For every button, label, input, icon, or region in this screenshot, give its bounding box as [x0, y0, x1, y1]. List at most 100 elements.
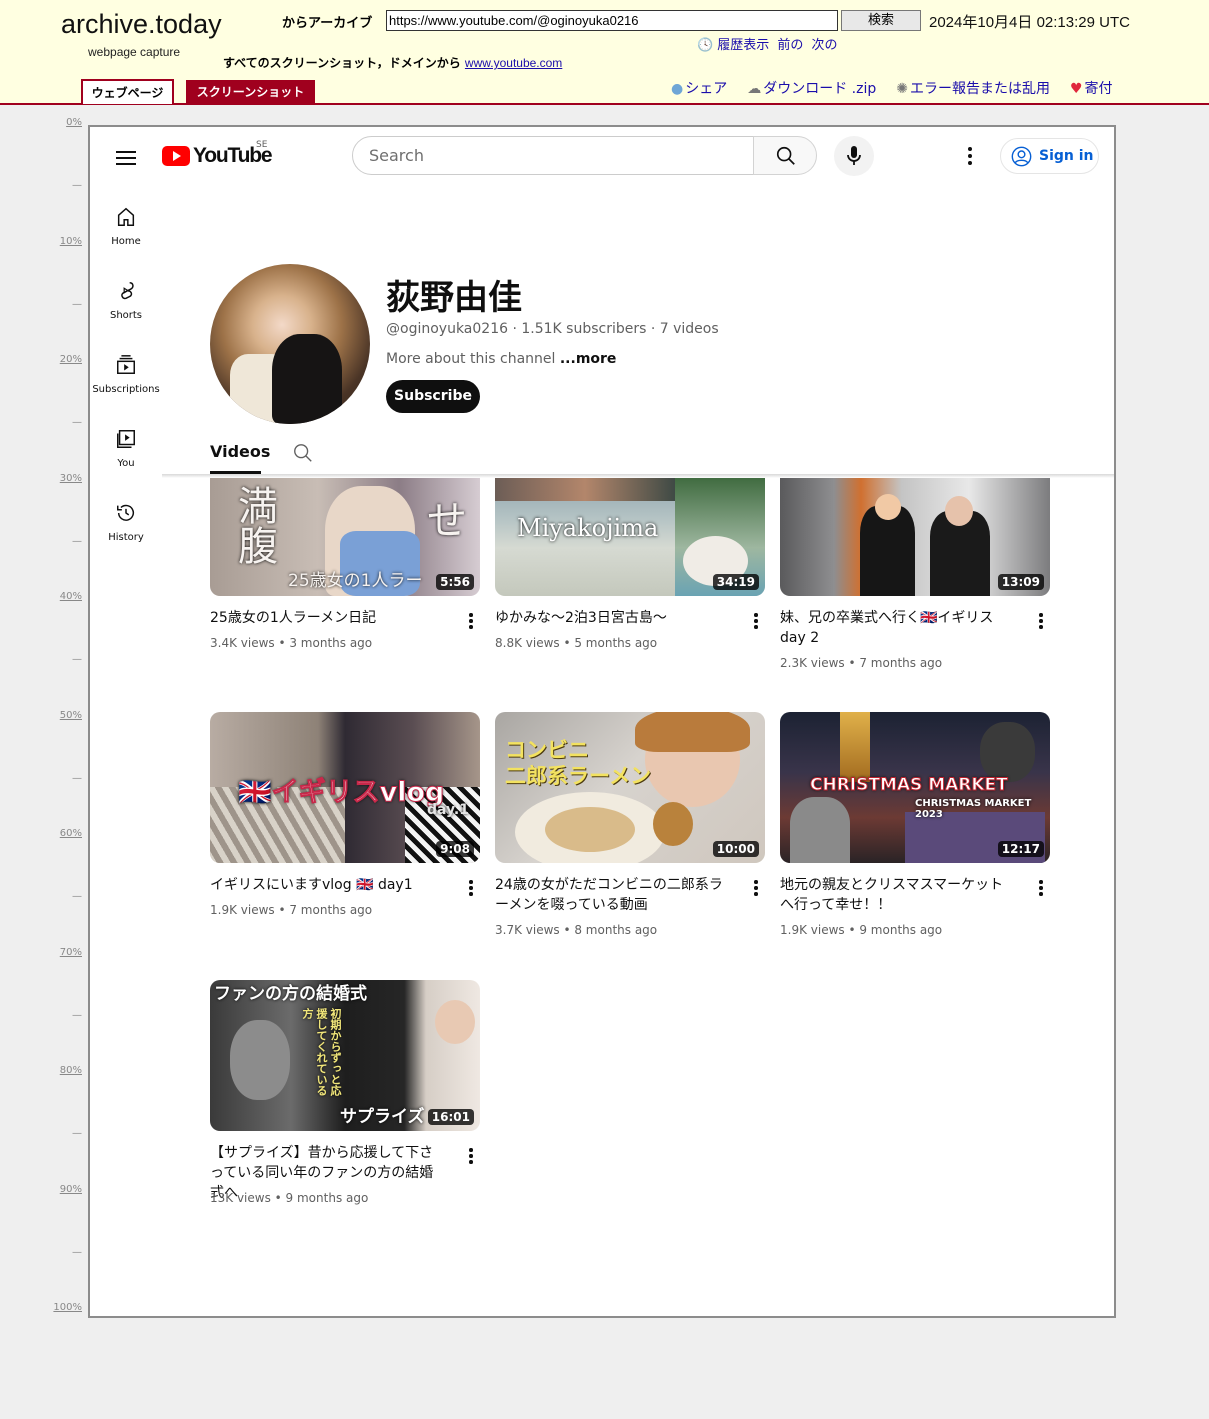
archive-nav-links: 🕓 履歴表示 前の 次の	[697, 34, 842, 53]
ruler-mark[interactable]: 90%	[50, 1184, 82, 1195]
channel-name: 荻野由佳	[386, 278, 522, 318]
channel-more-text: More about this channel	[386, 351, 556, 367]
tab-videos[interactable]: Videos	[210, 442, 270, 461]
video-card[interactable]: 13:09 妹、兄の卒業式へ行く🇬🇧イギリスday 2 2.3K views •…	[780, 476, 1050, 670]
sign-in-label: Sign in	[1039, 148, 1094, 164]
sidebar-item-subscriptions[interactable]: Subscriptions	[90, 354, 162, 395]
channel-meta: @oginoyuka0216 · 1.51K subscribers · 7 v…	[386, 321, 719, 337]
video-card[interactable]: Miyakojima 34:19 ゆかみな〜2泊3日宮古島〜 8.8K view…	[495, 476, 765, 650]
ruler-mark[interactable]: 70%	[50, 947, 82, 958]
video-more-icon[interactable]	[469, 1148, 473, 1166]
domain-link[interactable]: www.youtube.com	[465, 56, 562, 70]
search-button[interactable]	[753, 136, 817, 175]
archive-sublogo: webpage capture	[88, 45, 181, 59]
ruler-mark[interactable]: 80%	[50, 1065, 82, 1076]
ruler-mark[interactable]: 50%	[50, 710, 82, 721]
video-thumbnail[interactable]: 満 腹 せ 25歳女の1人ラー 5:56	[210, 476, 480, 596]
settings-more-icon[interactable]	[968, 147, 972, 168]
video-card[interactable]: CHRISTMAS MARKET CHRISTMAS MARKET 2023 1…	[780, 712, 1050, 937]
channel-more-link[interactable]: ...more	[560, 351, 617, 367]
subscribe-button[interactable]: Subscribe	[386, 380, 480, 413]
ruler-mark[interactable]: 10%	[50, 236, 82, 247]
archive-logo[interactable]: archive.today	[61, 9, 222, 40]
ruler-mark[interactable]: 100%	[50, 1302, 82, 1313]
sign-in-button[interactable]: Sign in	[1000, 138, 1099, 174]
video-title[interactable]: イギリスにいますvlog 🇬🇧 day1	[210, 875, 446, 895]
channel-more[interactable]: More about this channel ...more	[386, 351, 616, 367]
video-more-icon[interactable]	[1039, 613, 1043, 631]
video-more-icon[interactable]	[469, 613, 473, 631]
video-thumbnail[interactable]: 13:09	[780, 476, 1050, 596]
thumb-text: 25歳女の1人ラー	[288, 571, 423, 591]
video-title[interactable]: 25歳女の1人ラーメン日記	[210, 608, 446, 628]
microphone-icon	[847, 146, 861, 165]
video-thumbnail[interactable]: ファンの方の結婚式 初期からずっと応援してくれている方 サプライズ 16:01	[210, 980, 480, 1131]
video-thumbnail[interactable]: Miyakojima 34:19	[495, 476, 765, 596]
video-meta: 1.9K views • 7 months ago	[210, 903, 373, 917]
channel-avatar	[210, 264, 370, 424]
video-title[interactable]: 妹、兄の卒業式へ行く🇬🇧イギリスday 2	[780, 608, 1016, 648]
video-title[interactable]: 24歳の女がただコンビニの二郎系ラーメンを啜っている動画	[495, 875, 731, 915]
ruler-mark: —	[72, 417, 82, 428]
video-card[interactable]: ファンの方の結婚式 初期からずっと応援してくれている方 サプライズ 16:01 …	[210, 980, 480, 1205]
tab-webpage[interactable]: ウェブページ	[81, 79, 174, 104]
video-more-icon[interactable]	[754, 613, 758, 631]
video-more-icon[interactable]	[1039, 880, 1043, 898]
search-icon	[776, 146, 795, 165]
tab-screenshot[interactable]: スクリーンショット	[186, 80, 315, 103]
next-link[interactable]: 次の	[812, 38, 838, 53]
video-more-icon[interactable]	[469, 880, 473, 898]
shorts-icon	[121, 282, 134, 300]
ruler-mark[interactable]: 60%	[50, 828, 82, 839]
history-link[interactable]: 履歴表示	[717, 38, 769, 53]
ruler-mark[interactable]: 20%	[50, 354, 82, 365]
video-thumbnail[interactable]: コンビニ 二郎系ラーメン 10:00	[495, 712, 765, 863]
search-input[interactable]: Search	[352, 136, 754, 175]
heart-icon: ♥	[1069, 81, 1083, 97]
video-card[interactable]: 満 腹 せ 25歳女の1人ラー 5:56 25歳女の1人ラーメン日記 3.4K …	[210, 476, 480, 650]
country-code: SE	[256, 140, 268, 150]
video-card[interactable]: コンビニ 二郎系ラーメン 10:00 24歳の女がただコンビニの二郎系ラーメンを…	[495, 712, 765, 937]
report-action[interactable]: ✺ エラー報告または乱用	[896, 78, 1050, 98]
donate-action[interactable]: ♥ 寄付	[1070, 78, 1113, 98]
ruler-mark[interactable]: 30%	[50, 473, 82, 484]
thumb-text: 🇬🇧イギリスvlog	[237, 777, 445, 809]
video-title[interactable]: 地元の親友とクリスマスマーケットへ行って幸せ！！	[780, 875, 1016, 915]
share-action[interactable]: ● シェア	[671, 78, 727, 98]
video-thumbnail[interactable]: CHRISTMAS MARKET CHRISTMAS MARKET 2023 1…	[780, 712, 1050, 863]
download-action[interactable]: ☁ ダウンロード .zip	[747, 78, 876, 98]
sidebar-item-shorts[interactable]: Shorts	[90, 280, 162, 321]
sidebar-item-you[interactable]: You	[90, 428, 162, 469]
donate-label: 寄付	[1084, 81, 1113, 97]
sidebar-label: You	[117, 458, 135, 469]
archive-search-button[interactable]: 検索	[841, 10, 921, 31]
header-shadow	[162, 474, 1114, 478]
ruler-mark[interactable]: 40%	[50, 591, 82, 602]
video-duration: 13:09	[997, 574, 1044, 590]
voice-search-button[interactable]	[834, 136, 874, 176]
video-card[interactable]: 🇬🇧イギリスvlog day.1 9:08 イギリスにいますvlog 🇬🇧 da…	[210, 712, 480, 917]
channel-search-button[interactable]	[292, 442, 314, 468]
search-icon	[294, 444, 312, 462]
archive-actions: ● シェア ☁ ダウンロード .zip ✺ エラー報告または乱用 ♥ 寄付	[671, 78, 1113, 98]
cloud-download-icon: ☁	[747, 81, 762, 97]
youtube-logo[interactable]: YouTube SE	[162, 140, 273, 168]
video-meta: 3.4K views • 3 months ago	[210, 636, 373, 650]
sidebar-item-home[interactable]: Home	[90, 206, 162, 247]
home-icon	[117, 207, 135, 226]
ruler-mark: —	[72, 773, 82, 784]
download-label: ダウンロード .zip	[763, 81, 877, 97]
video-title[interactable]: ゆかみな〜2泊3日宮古島〜	[495, 608, 731, 628]
subscriptions-icon	[117, 355, 135, 374]
prev-link[interactable]: 前の	[777, 38, 803, 53]
video-meta: 13K views • 9 months ago	[210, 1191, 369, 1205]
youtube-play-icon	[162, 146, 190, 166]
video-more-icon[interactable]	[754, 880, 758, 898]
menu-icon[interactable]	[116, 147, 136, 169]
video-thumbnail[interactable]: 🇬🇧イギリスvlog day.1 9:08	[210, 712, 480, 863]
ruler-mark[interactable]: 0%	[50, 117, 82, 128]
sidebar-item-history[interactable]: History	[90, 502, 162, 543]
archive-url-input[interactable]: https://www.youtube.com/@oginoyuka0216	[386, 10, 838, 31]
captured-page: YouTube SE Search Sign in Home Shorts Su…	[88, 125, 1116, 1318]
video-duration: 10:00	[712, 841, 759, 857]
